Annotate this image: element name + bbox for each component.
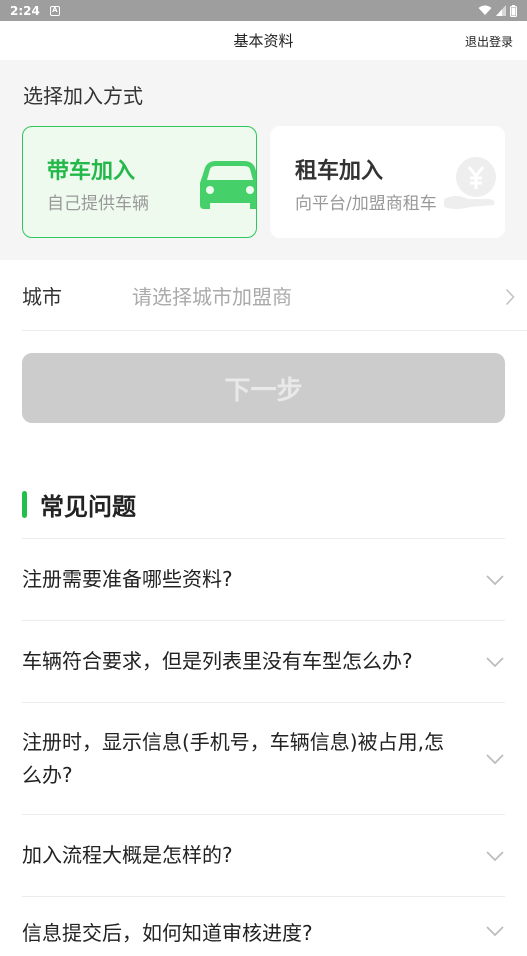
faq-header: 常见问题 [22, 487, 136, 522]
rent-car-card[interactable]: 租车加入 向平台/加盟商租车 [270, 126, 505, 238]
faq-question: 信息提交后，如何知道审核进度? [22, 921, 313, 945]
yuan-money-icon [444, 157, 496, 209]
faq-item[interactable]: 注册需要准备哪些资料? [22, 538, 505, 620]
wifi-icon [478, 5, 492, 15]
status-bar: 2:24 A [0, 0, 527, 21]
logout-button[interactable]: 退出登录 [465, 33, 513, 50]
faq-question: 注册时，显示信息(手机号，车辆信息)被占用,怎么办? [22, 729, 444, 787]
faq-list: 注册需要准备哪些资料? 车辆符合要求，但是列表里没有车型怎么办? 注册时，显示信… [22, 538, 505, 956]
chevron-down-icon [486, 850, 504, 861]
rent-car-subtitle: 向平台/加盟商租车 [295, 194, 437, 214]
page-title: 基本资料 [233, 32, 294, 50]
chevron-down-icon [486, 656, 504, 667]
join-with-car-subtitle: 自己提供车辆 [47, 194, 149, 214]
chevron-right-icon [505, 288, 515, 306]
faq-question: 注册需要准备哪些资料? [22, 567, 233, 591]
join-with-car-card[interactable]: 带车加入 自己提供车辆 [22, 126, 257, 238]
top-bar: 基本资料 退出登录 [0, 21, 527, 60]
join-method-label: 选择加入方式 [23, 84, 143, 108]
faq-item[interactable]: 车辆符合要求，但是列表里没有车型怎么办? [22, 620, 505, 702]
next-step-button[interactable]: 下一步 [22, 353, 505, 423]
notification-icon: A [49, 5, 60, 16]
join-method-section: 选择加入方式 带车加入 自己提供车辆 租车加入 向平台/加盟商租车 [0, 60, 527, 260]
city-selector[interactable]: 城市 请选择城市加盟商 [22, 260, 527, 331]
faq-item[interactable]: 注册时，显示信息(手机号，车辆信息)被占用,怎么办? [22, 702, 505, 814]
faq-accent-bar [22, 491, 27, 518]
battery-icon [510, 4, 517, 17]
car-icon [200, 161, 256, 209]
city-placeholder: 请选择城市加盟商 [132, 284, 292, 309]
signal-icon [496, 5, 506, 16]
chevron-down-icon [486, 574, 504, 585]
chevron-down-icon [486, 753, 504, 764]
join-with-car-title: 带车加入 [47, 159, 136, 184]
faq-title: 常见问题 [40, 493, 136, 521]
faq-question: 加入流程大概是怎样的? [22, 843, 233, 867]
chevron-down-icon [486, 926, 504, 937]
rent-car-title: 租车加入 [295, 159, 384, 184]
city-label: 城市 [22, 284, 62, 309]
status-time: 2:24 [10, 3, 40, 18]
faq-item[interactable]: 信息提交后，如何知道审核进度? [22, 896, 505, 956]
faq-question: 车辆符合要求，但是列表里没有车型怎么办? [22, 649, 413, 673]
faq-item[interactable]: 加入流程大概是怎样的? [22, 814, 505, 896]
